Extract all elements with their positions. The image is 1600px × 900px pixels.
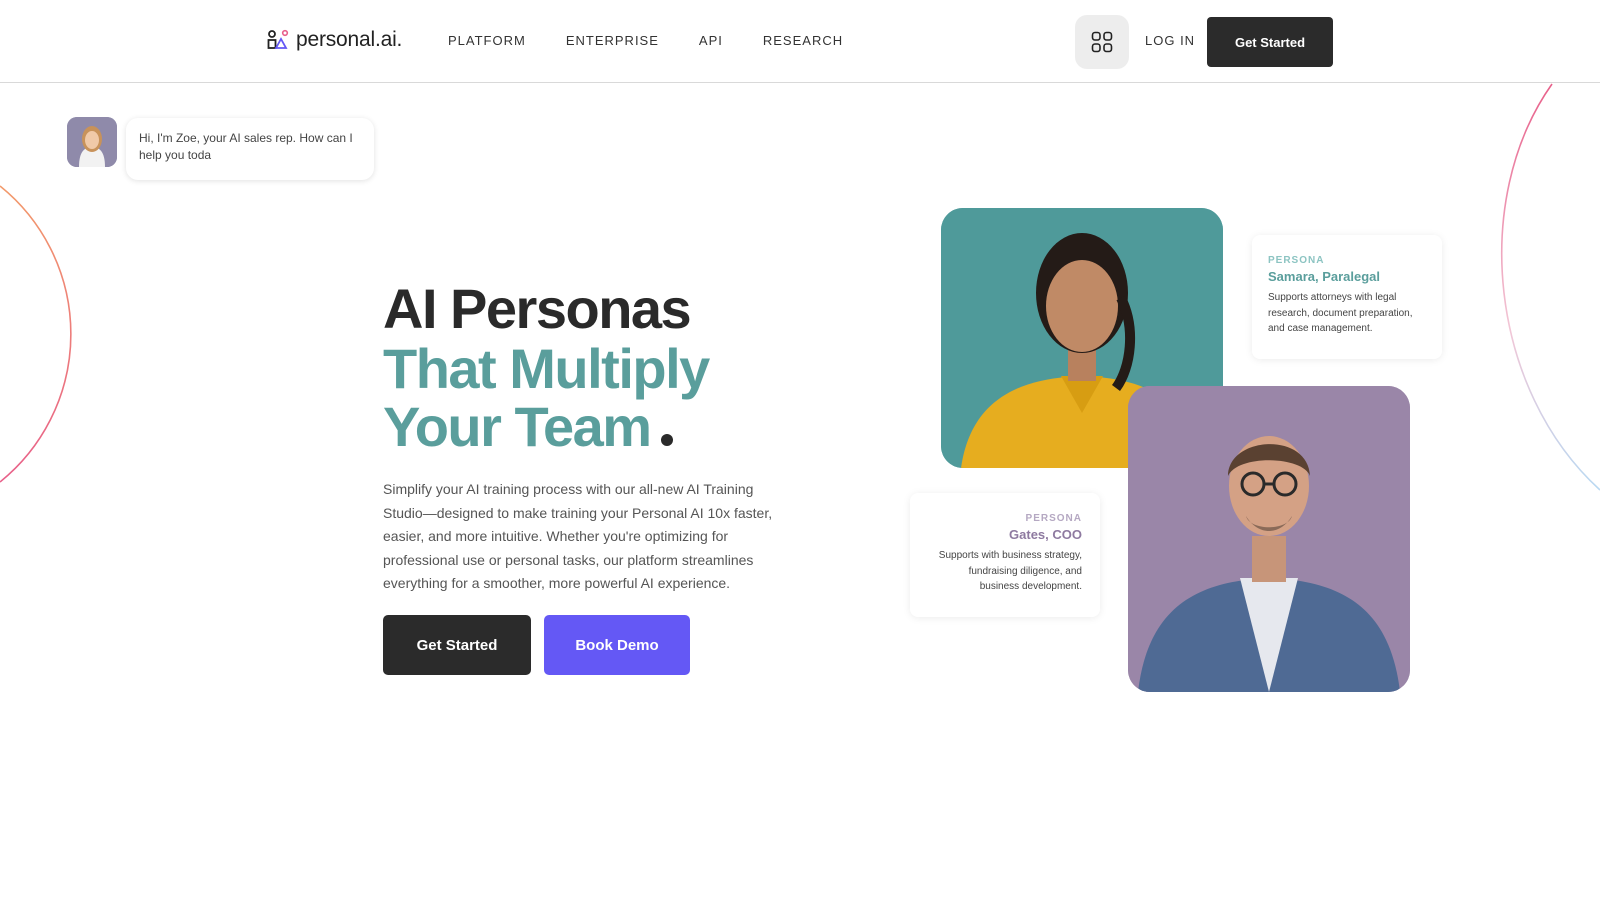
get-started-button[interactable]: Get Started	[383, 615, 531, 675]
hero-title-line1: AI Personas	[383, 277, 692, 340]
nav-research[interactable]: RESEARCH	[763, 33, 843, 48]
chat-bubble[interactable]: Hi, I'm Zoe, your AI sales rep. How can …	[126, 118, 374, 180]
persona-card-gates[interactable]: PERSONA Gates, COO Supports with busines…	[910, 493, 1100, 617]
zoe-avatar[interactable]	[67, 117, 117, 167]
main-nav: PLATFORM ENTERPRISE API RESEARCH	[448, 33, 843, 48]
logo-mark-icon	[267, 29, 289, 49]
nav-api[interactable]: API	[699, 33, 723, 48]
grid-icon	[1091, 31, 1113, 53]
gates-portrait-image	[1128, 386, 1410, 692]
persona-description: Supports attorneys with legal research, …	[1268, 292, 1413, 334]
persona-name: Gates, COO	[1009, 527, 1082, 542]
logo-text: personal.ai.	[296, 28, 403, 51]
book-demo-button[interactable]: Book Demo	[544, 615, 690, 675]
hero-description: Simplify your AI training process with o…	[383, 481, 773, 591]
header-get-started-button[interactable]: Get Started	[1207, 17, 1333, 67]
hero-title-line2-text: That Multiply Your Team	[383, 337, 710, 458]
title-dot	[660, 434, 673, 446]
login-link[interactable]: LOG IN	[1145, 33, 1195, 48]
persona-card-samara[interactable]: PERSONA Samara, Paralegal Supports attor…	[1252, 235, 1442, 359]
apps-button[interactable]	[1075, 15, 1129, 69]
nav-platform[interactable]: PLATFORM	[448, 33, 526, 48]
zoe-avatar-icon	[67, 117, 117, 167]
persona-description: Supports with business strategy, fundrai…	[938, 550, 1082, 592]
persona-kicker: PERSONA	[1025, 513, 1082, 524]
persona-kicker: PERSONA	[1268, 255, 1325, 266]
gates-photo	[1128, 386, 1410, 692]
nav-enterprise[interactable]: ENTERPRISE	[566, 33, 659, 48]
persona-name: Samara, Paralegal	[1268, 269, 1381, 284]
logo[interactable]: personal.ai.	[266, 28, 402, 52]
hero-title-line2: That Multiply Your Team	[383, 340, 783, 456]
site-header: personal.ai. PLATFORM ENTERPRISE API RES…	[0, 0, 1600, 83]
